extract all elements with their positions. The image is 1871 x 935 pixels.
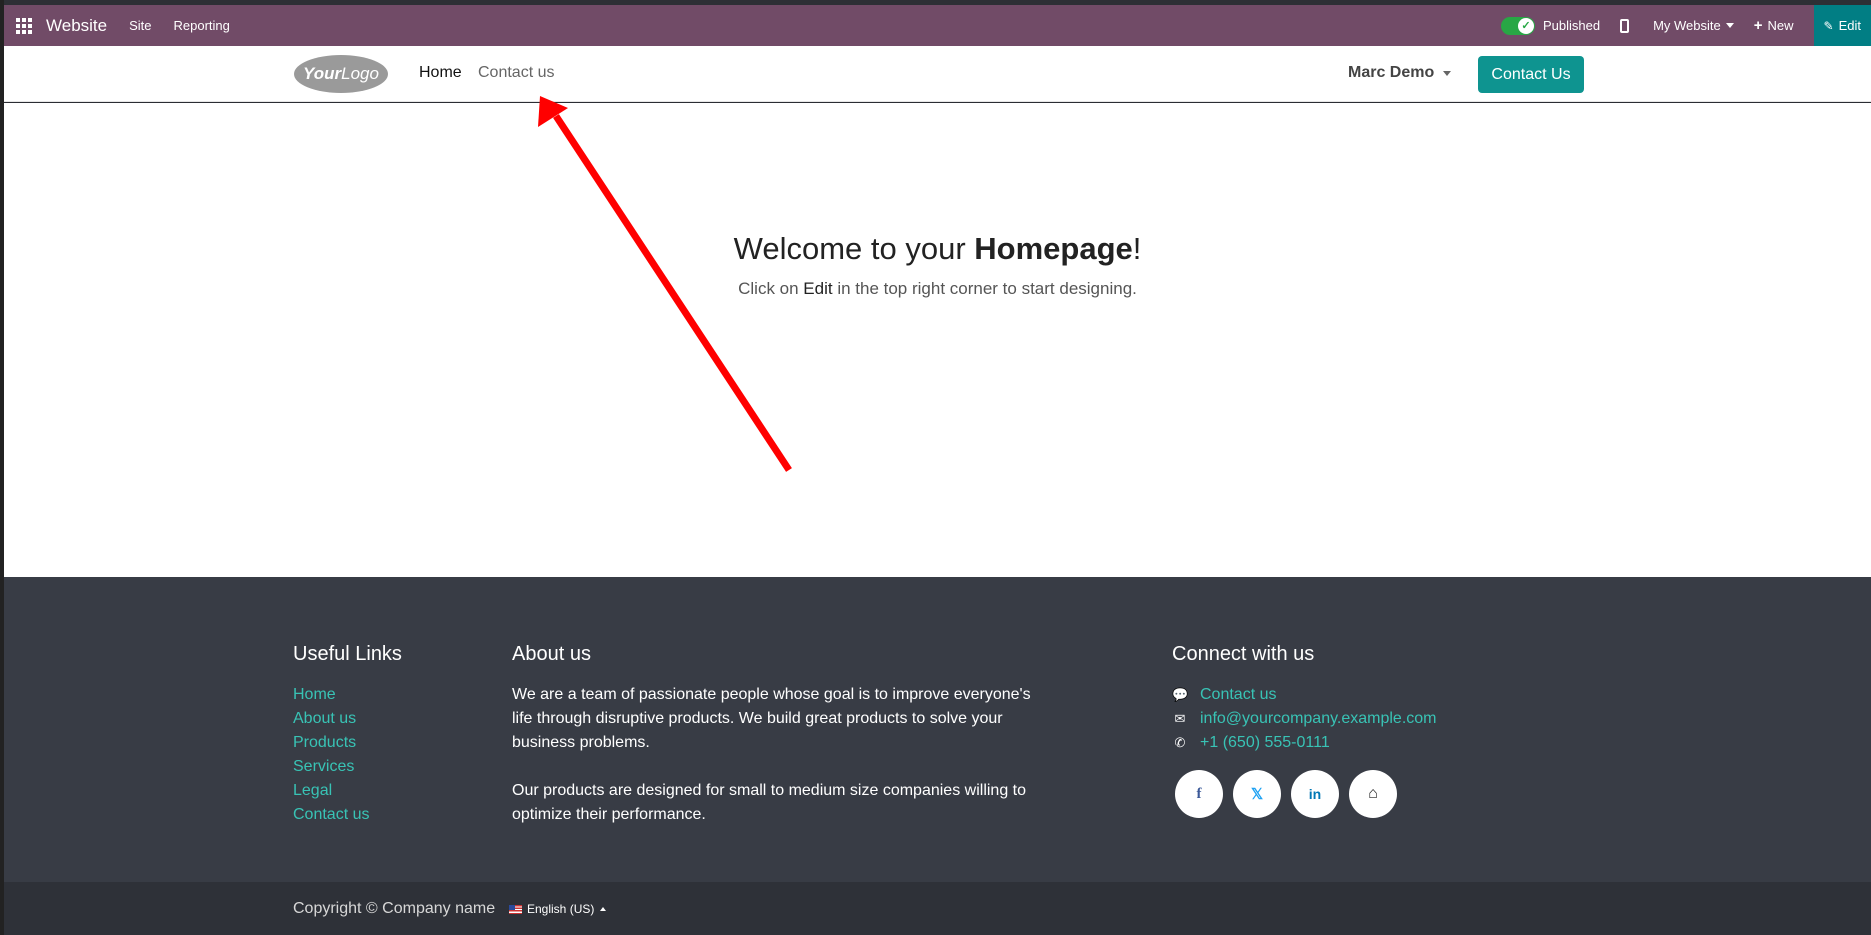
main-content: Welcome to your Homepage! Click on Edit … [4,103,1871,577]
edit-button[interactable]: ✎ Edit [1813,5,1871,46]
connect-title: Connect with us [1172,643,1315,665]
useful-links-list: Home About us Products Services Legal Co… [293,683,369,827]
odoo-topbar: Website Site Reporting ✓ Published My We… [4,5,1871,46]
edit-label: Edit [1838,18,1861,33]
us-flag-icon [509,904,522,914]
published-label[interactable]: Published [1543,18,1600,33]
user-name: Marc Demo [1348,64,1435,81]
nav-home[interactable]: Home [419,64,462,82]
comment-icon: 💬 [1172,687,1189,702]
footer-link-contact[interactable]: Contact us [293,803,369,827]
footer-email[interactable]: info@yourcompany.example.com [1200,707,1437,731]
published-toggle[interactable]: ✓ [1500,16,1535,35]
pencil-icon: ✎ [1823,18,1834,33]
hero-title-bold: Homepage [974,231,1133,266]
about-text: We are a team of passionate people whose… [512,683,1052,827]
about-title: About us [512,643,591,665]
check-icon: ✓ [1517,17,1534,34]
useful-links-title: Useful Links [293,643,402,665]
menu-site[interactable]: Site [129,18,151,33]
chevron-up-icon [600,907,607,911]
svg-text:YourLogo: YourLogo [303,64,379,83]
x-icon[interactable]: 𝕏 [1233,770,1281,818]
page: Website Site Reporting ✓ Published My We… [0,0,1871,935]
footer-link-services[interactable]: Services [293,755,369,779]
hero-title-suffix: ! [1132,231,1142,266]
contact-list: 💬 Contact us ✉ info@yourcompany.example.… [1172,683,1437,755]
logo[interactable]: YourLogo [293,54,389,94]
social-links: f 𝕏 in ⌂ [1175,770,1407,818]
hero-title-prefix: Welcome to your [733,231,975,266]
user-menu[interactable]: Marc Demo [1348,64,1452,82]
footer-link-about[interactable]: About us [293,707,369,731]
hero-sub-emphasis: Edit [803,279,833,298]
site-header: YourLogo Home Contact us Marc Demo Conta… [4,46,1871,102]
mobile-preview-icon[interactable] [1620,18,1630,33]
chevron-down-icon [1443,70,1452,76]
linkedin-icon[interactable]: in [1291,770,1339,818]
hero-subtitle: Click on Edit in the top right corner to… [4,279,1871,299]
new-label: New [1767,18,1794,33]
nav-contact-us[interactable]: Contact us [478,64,554,82]
footer-phone[interactable]: +1 (650) 555-0111 [1200,731,1330,755]
website-selector-label: My Website [1653,18,1721,33]
footer-contact-us[interactable]: Contact us [1200,683,1276,707]
about-paragraph-2: Our products are designed for small to m… [512,782,1027,823]
phone-icon: ✆ [1174,735,1186,750]
footer-link-legal[interactable]: Legal [293,779,369,803]
contact-us-button[interactable]: Contact Us [1478,56,1584,93]
contact-row-email: ✉ info@yourcompany.example.com [1172,707,1437,731]
hero-sub-prefix: Click on [738,279,804,298]
contact-row-phone: ✆ +1 (650) 555-0111 [1172,731,1437,755]
footer: Useful Links Home About us Products Serv… [4,577,1871,882]
website-selector[interactable]: My Website [1653,18,1734,33]
menu-reporting[interactable]: Reporting [174,18,230,33]
footer-link-home[interactable]: Home [293,683,369,707]
language-selector[interactable]: English (US) [509,902,607,916]
language-label: English (US) [527,902,595,916]
topbar-right: ✓ Published My Website + New ✎ Edit [1500,5,1871,46]
contact-row-chat: 💬 Contact us [1172,683,1437,707]
new-button[interactable]: + New [1754,17,1794,34]
app-name[interactable]: Website [46,16,107,36]
chevron-down-icon [1725,23,1734,28]
hero-sub-suffix: in the top right corner to start designi… [832,279,1137,298]
envelope-icon: ✉ [1174,711,1186,726]
apps-grid-icon[interactable] [16,17,32,34]
copyright-text: Copyright © Company name [293,900,496,917]
hero-title: Welcome to your Homepage! [4,231,1871,267]
plus-icon: + [1753,17,1763,34]
facebook-icon[interactable]: f [1175,770,1223,818]
copyright-bar: Copyright © Company name English (US) [4,882,1871,935]
about-paragraph-1: We are a team of passionate people whose… [512,686,1031,751]
home-icon[interactable]: ⌂ [1349,770,1397,818]
footer-link-products[interactable]: Products [293,731,369,755]
